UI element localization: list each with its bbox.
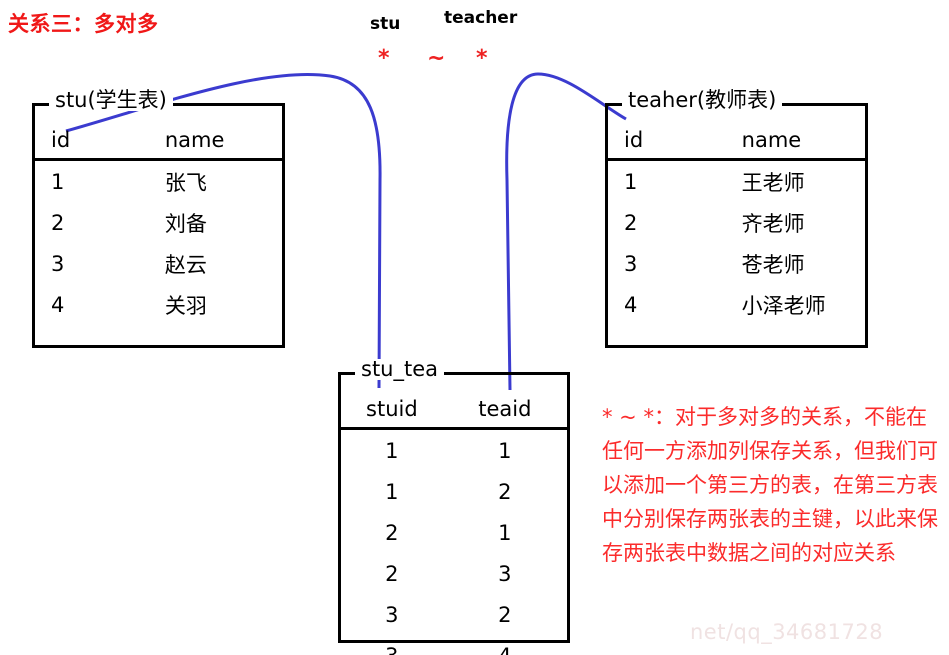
table-row: 1 2 bbox=[341, 471, 567, 512]
table-stu-tea-body: 1 1 1 2 2 1 2 3 3 2 3 4 bbox=[341, 430, 567, 655]
table-stu-col-id: id bbox=[51, 128, 71, 152]
cell-stuid: 1 bbox=[385, 438, 399, 463]
table-row: 3 2 bbox=[341, 594, 567, 635]
cell-name: 苍老师 bbox=[741, 252, 805, 277]
explanation-note: * ~ *：对于多对多的关系，不能在任何一方添加列保存关系，但我们可以添加一个第… bbox=[602, 405, 938, 565]
table-stu-tea-col-stuid: stuid bbox=[366, 397, 418, 421]
table-teacher-header-row: id name bbox=[608, 106, 865, 161]
table-teacher-body: 1 王老师 2 齐老师 3 苍老师 4 小泽老师 bbox=[608, 161, 865, 325]
cell-name: 齐老师 bbox=[741, 211, 805, 236]
cell-stuid: 3 bbox=[341, 644, 443, 655]
cell-id: 4 bbox=[624, 292, 638, 317]
cell-id: 3 bbox=[51, 251, 65, 276]
table-teacher-col-id: id bbox=[624, 128, 644, 152]
table-teacher: teaher(教师表) id name 1 王老师 2 齐老师 3 苍老师 4 … bbox=[605, 90, 868, 348]
table-stu-header-row: id name bbox=[35, 106, 282, 161]
cell-stuid: 3 bbox=[385, 602, 399, 627]
cell-name: 赵云 bbox=[164, 252, 207, 277]
table-stu-title: stu(学生表) bbox=[49, 90, 173, 111]
table-row: 3 赵云 bbox=[35, 243, 282, 284]
cell-teaid: 4 bbox=[443, 644, 567, 655]
table-row: 4 小泽老师 bbox=[608, 284, 865, 325]
cell-stuid: 2 bbox=[385, 520, 399, 545]
cell-id: 2 bbox=[51, 210, 65, 235]
table-stu-body: 1 张飞 2 刘备 3 赵云 4 关羽 bbox=[35, 161, 282, 325]
table-row: 4 关羽 bbox=[35, 284, 282, 325]
table-row: 1 张飞 bbox=[35, 161, 282, 202]
cell-teaid: 3 bbox=[498, 561, 512, 586]
cardinality-star-left: * bbox=[378, 46, 390, 71]
table-stu-tea-header-row: stuid teaid bbox=[341, 375, 567, 430]
cell-stuid: 2 bbox=[385, 561, 399, 586]
table-row: 2 齐老师 bbox=[608, 202, 865, 243]
relationship-label-teacher: teacher bbox=[444, 8, 518, 28]
table-row: 3 4 bbox=[341, 635, 567, 655]
cell-id: 3 bbox=[624, 251, 638, 276]
cell-teaid: 1 bbox=[498, 438, 512, 463]
cell-name: 关羽 bbox=[164, 293, 207, 318]
diagram-canvas: 关系三：多对多 stu teacher * ~ * stu(学生表) id na… bbox=[0, 0, 949, 655]
table-row: 3 苍老师 bbox=[608, 243, 865, 284]
cell-id: 2 bbox=[624, 210, 638, 235]
watermark: net/qq_34681728 bbox=[690, 620, 884, 644]
cell-teaid: 1 bbox=[498, 520, 512, 545]
cell-id: 1 bbox=[51, 169, 65, 194]
cell-teaid: 2 bbox=[498, 602, 512, 627]
table-stu-tea: stu_tea stuid teaid 1 1 1 2 2 1 2 3 3 2 bbox=[338, 359, 570, 655]
cell-teaid: 2 bbox=[498, 479, 512, 504]
cell-name: 张飞 bbox=[164, 170, 207, 195]
cell-name: 小泽老师 bbox=[741, 293, 826, 318]
table-teacher-title: teaher(教师表) bbox=[622, 90, 783, 111]
table-teacher-col-name: name bbox=[741, 128, 802, 152]
cell-name: 王老师 bbox=[741, 170, 805, 195]
table-row: 2 3 bbox=[341, 553, 567, 594]
cardinality-star-right: * bbox=[476, 46, 488, 71]
cardinality-tilde: ~ bbox=[427, 46, 446, 71]
cell-id: 4 bbox=[51, 292, 65, 317]
cell-name: 刘备 bbox=[164, 211, 207, 236]
page-title: 关系三：多对多 bbox=[8, 12, 159, 36]
table-row: 2 刘备 bbox=[35, 202, 282, 243]
table-stu-col-name: name bbox=[164, 128, 225, 152]
table-row: 1 王老师 bbox=[608, 161, 865, 202]
cell-id: 1 bbox=[624, 169, 638, 194]
table-row: 1 1 bbox=[341, 430, 567, 471]
cell-stuid: 1 bbox=[385, 479, 399, 504]
relationship-label-stu: stu bbox=[370, 14, 401, 34]
table-row: 2 1 bbox=[341, 512, 567, 553]
table-stu-tea-title: stu_tea bbox=[355, 359, 445, 380]
table-stu: stu(学生表) id name 1 张飞 2 刘备 3 赵云 4 关羽 bbox=[32, 90, 285, 348]
table-stu-tea-col-teaid: teaid bbox=[478, 397, 532, 421]
